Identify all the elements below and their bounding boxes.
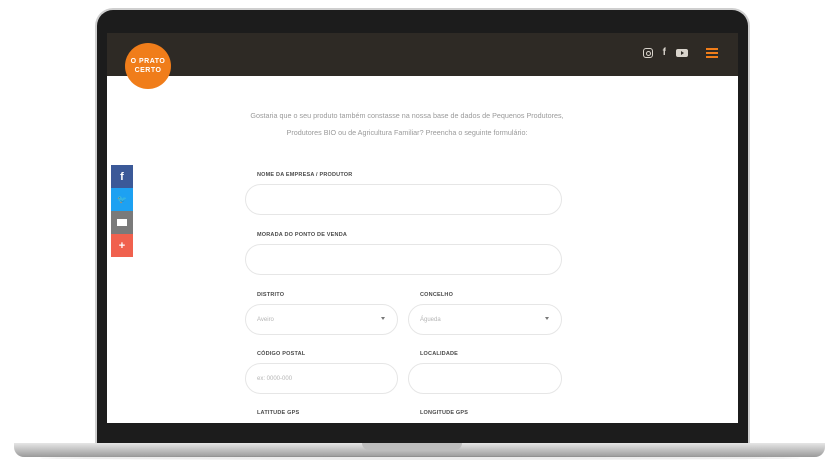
postal-code-field[interactable]: ex: 0000-000: [245, 363, 398, 394]
address-field[interactable]: [245, 244, 562, 275]
site-header: f: [107, 33, 738, 76]
youtube-icon[interactable]: [676, 49, 688, 57]
menu-icon[interactable]: [706, 48, 718, 58]
instagram-icon[interactable]: [642, 48, 653, 58]
locality-label: LOCALIDADE: [420, 351, 459, 357]
share-facebook-button[interactable]: f: [111, 165, 133, 188]
locality-field[interactable]: [408, 363, 562, 394]
intro-line-1: Gostaria que o seu produto também consta…: [250, 111, 564, 120]
postal-code-placeholder: ex: 0000-000: [257, 375, 293, 382]
council-label: CONCELHO: [420, 292, 454, 298]
longitude-label: LONGITUDE GPS: [420, 410, 469, 416]
chevron-down-icon: [381, 317, 385, 320]
company-field[interactable]: [245, 184, 562, 215]
laptop-shadow: [40, 456, 800, 460]
laptop-screen: f O PRATO CERTO f 🐦 + Gostaria que o seu…: [107, 33, 738, 423]
intro-line-2: Produtores BIO ou de Agricultura Familia…: [286, 128, 528, 137]
plus-icon: +: [118, 239, 126, 252]
address-label: MORADA DO PONTO DE VENDA: [257, 232, 348, 238]
postal-code-label: CÓDIGO POSTAL: [257, 351, 306, 357]
district-value: Aveiro: [257, 316, 274, 323]
mail-icon: [117, 219, 127, 226]
share-more-button[interactable]: +: [111, 234, 133, 257]
twitter-icon: 🐦: [117, 195, 127, 204]
logo-line-2: CERTO: [134, 67, 162, 74]
council-value: Águeda: [420, 316, 441, 323]
share-twitter-button[interactable]: 🐦: [111, 188, 133, 211]
district-select[interactable]: Aveiro: [245, 304, 398, 335]
laptop-base-notch: [362, 443, 462, 450]
chevron-down-icon: [545, 317, 549, 320]
facebook-icon[interactable]: f: [663, 47, 666, 59]
share-bar: f 🐦 +: [111, 165, 133, 257]
district-label: DISTRITO: [257, 292, 285, 298]
facebook-icon: f: [120, 170, 124, 183]
header-social-links: f: [642, 47, 718, 59]
share-email-button[interactable]: [111, 211, 133, 234]
company-label: NOME DA EMPRESA / PRODUTOR: [257, 172, 353, 178]
site-logo[interactable]: O PRATO CERTO: [125, 43, 171, 89]
logo-line-1: O PRATO: [130, 58, 166, 65]
council-select[interactable]: Águeda: [408, 304, 562, 335]
intro-text: Gostaria que o seu produto também consta…: [207, 107, 607, 141]
latitude-label: LATITUDE GPS: [257, 410, 300, 416]
